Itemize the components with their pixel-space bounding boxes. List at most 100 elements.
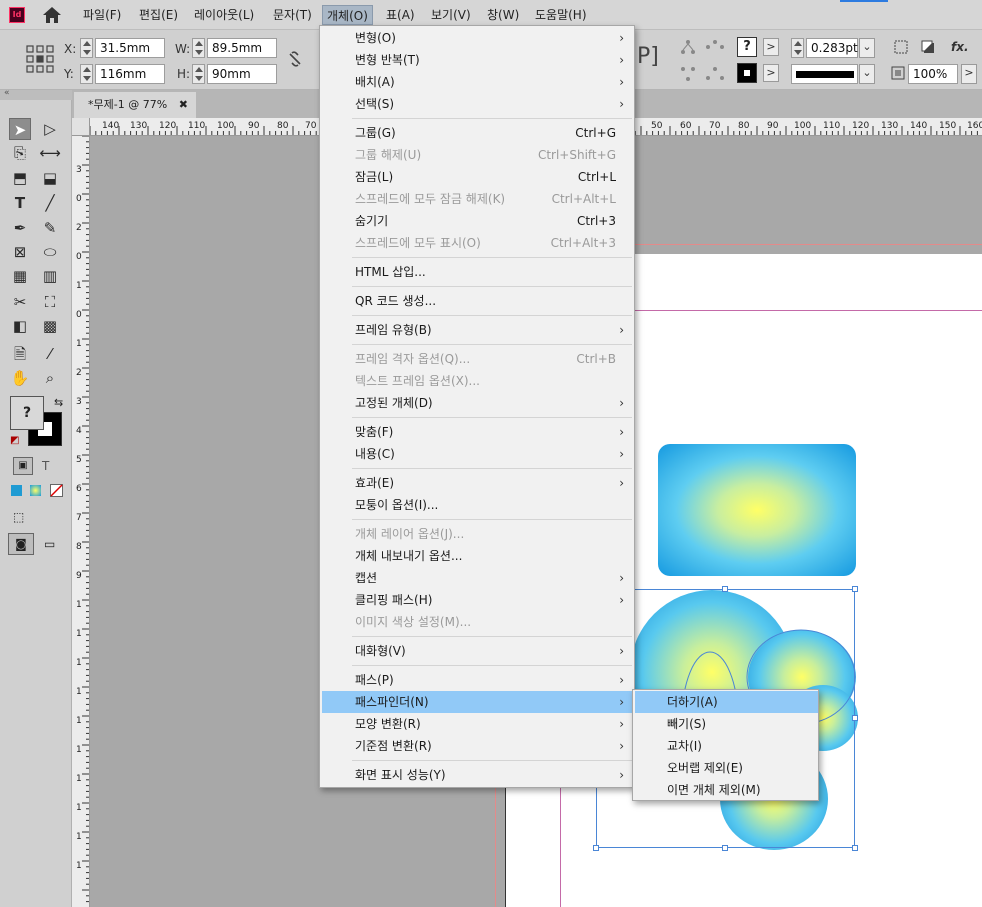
menu-item-hide[interactable]: 숨기기 Ctrl+3 [322, 210, 634, 232]
menu-file[interactable]: 파일(F) [83, 0, 121, 30]
preview-mode-icon[interactable]: ⬚ [13, 510, 24, 524]
default-colors-icon[interactable]: ◩ [10, 435, 19, 446]
direct-selection-tool-icon[interactable]: ▷ [39, 118, 61, 140]
swap-colors-icon[interactable]: ⇆ [54, 396, 63, 409]
submenu-item-exclude-overlap[interactable]: 오버랩 제외(E) [635, 757, 818, 779]
resize-handle[interactable] [852, 586, 858, 592]
page-tool-icon[interactable]: ⎘ [9, 142, 31, 164]
reference-point-icon[interactable] [26, 45, 54, 73]
distribute-icon[interactable] [705, 39, 725, 55]
formatting-container-icon[interactable]: ▣ [13, 457, 33, 475]
close-tab-icon[interactable]: ✖ [179, 92, 188, 118]
zoom-tool-icon[interactable]: ⌕ [39, 367, 61, 389]
submenu-item-subtract[interactable]: 빼기(S) [635, 713, 818, 735]
menu-item-pathfinder[interactable]: 패스파인더(N) › [322, 691, 634, 713]
distribute-2-icon[interactable] [705, 66, 725, 82]
menu-layout[interactable]: 레이아웃(L) [194, 0, 254, 30]
stroke-type-select[interactable] [791, 64, 858, 84]
line-tool-icon[interactable]: ╱ [39, 192, 61, 214]
hand-tool-icon[interactable]: ✋ [9, 367, 31, 389]
toolbar-header[interactable]: « [0, 88, 72, 100]
gradient-feather-tool-icon[interactable]: ▩ [39, 315, 61, 337]
align-tree-icon[interactable] [680, 39, 696, 55]
formatting-text-icon[interactable]: T [42, 459, 49, 473]
content-placer-icon[interactable]: ⬓ [39, 167, 61, 189]
submenu-item-add[interactable]: 더하기(A) [635, 691, 818, 713]
resize-handle[interactable] [852, 845, 858, 851]
menu-item-convert-shape[interactable]: 모양 변환(R) › [322, 713, 634, 735]
apply-none-icon[interactable] [50, 484, 63, 497]
menu-item-corner-options[interactable]: 모퉁이 옵션(I)... [322, 494, 634, 516]
menu-object[interactable]: 개체(O) [322, 5, 373, 25]
opacity-dropdown[interactable]: > [961, 64, 977, 84]
submenu-item-intersect[interactable]: 교차(I) [635, 735, 818, 757]
menu-edit[interactable]: 편집(E) [139, 0, 178, 30]
menu-item-effects[interactable]: 효과(E) › [322, 472, 634, 494]
h-field[interactable]: 90mm [207, 64, 277, 84]
scissors-tool-icon[interactable]: ✂ [9, 291, 31, 313]
x-field[interactable]: 31.5mm [95, 38, 165, 58]
x-stepper[interactable] [80, 38, 93, 58]
gap-tool-icon[interactable]: ⟷ [39, 142, 61, 164]
normal-view-icon[interactable]: ◙ [8, 533, 34, 555]
menu-item-insert-html[interactable]: HTML 삽입... [322, 261, 634, 283]
content-collector-icon[interactable]: ⬒ [9, 167, 31, 189]
effects-icon[interactable]: fx. [951, 40, 969, 54]
menu-item-display-performance[interactable]: 화면 표시 성능(Y) › [322, 764, 634, 786]
vertical-ruler[interactable]: 3 0 2 0 1 0 1 2 3 4 5 6 7 8 9 1 1 1 1 1 1 1 1 1 1 [72, 136, 90, 907]
w-field[interactable]: 89.5mm [207, 38, 277, 58]
fill-color-swatch[interactable]: ? [10, 396, 44, 430]
home-icon[interactable] [42, 6, 62, 24]
menu-item-fitting[interactable]: 맞춤(F) › [322, 421, 634, 443]
menu-item-paths[interactable]: 패스(P) › [322, 669, 634, 691]
document-tab[interactable]: *무제-1 @ 77% ✖ [74, 92, 196, 118]
h-stepper[interactable] [192, 64, 205, 84]
stroke-weight-stepper[interactable] [791, 38, 804, 58]
y-field[interactable]: 116mm [95, 64, 165, 84]
align-tree-2-icon[interactable] [680, 66, 696, 82]
gradient-swatch-tool-icon[interactable]: ◧ [9, 315, 31, 337]
menu-item-captions[interactable]: 캡션 › [322, 567, 634, 589]
menu-type[interactable]: 문자(T) [273, 0, 312, 30]
menu-item-content[interactable]: 내용(C) › [322, 443, 634, 465]
screen-mode-icon[interactable]: ▭ [44, 537, 55, 551]
menu-item-select[interactable]: 선택(S) › [322, 93, 634, 115]
menu-item-object-export-options[interactable]: 개체 내보내기 옵션... [322, 545, 634, 567]
resize-handle[interactable] [722, 586, 728, 592]
selection-tool-icon[interactable]: ➤ [9, 118, 31, 140]
constrain-link-icon[interactable] [286, 50, 304, 68]
menu-item-transform[interactable]: 변형(O) › [322, 27, 634, 49]
stroke-swatch-icon[interactable] [737, 63, 757, 83]
drop-shadow-icon[interactable] [920, 39, 936, 55]
stroke-menu-button[interactable]: > [763, 64, 779, 82]
ellipse-tool-icon[interactable]: ⬭ [39, 241, 61, 263]
frame-bracket-icon[interactable]: P] [637, 44, 659, 69]
apply-gradient-icon[interactable] [30, 485, 41, 496]
menu-item-arrange[interactable]: 배치(A) › [322, 71, 634, 93]
free-transform-tool-icon[interactable]: ⛶ [39, 291, 61, 313]
pencil-tool-icon[interactable]: ✎ [39, 217, 61, 239]
fill-swatch-icon[interactable]: ? [737, 37, 757, 57]
stroke-type-dropdown[interactable]: ⌄ [859, 64, 875, 84]
resize-handle[interactable] [722, 845, 728, 851]
menu-item-transform-again[interactable]: 변형 반복(T) › [322, 49, 634, 71]
y-stepper[interactable] [80, 64, 93, 84]
grid-tool-icon[interactable]: ▥ [39, 265, 61, 287]
eyedropper-tool-icon[interactable]: ⁄ [39, 343, 61, 365]
menu-item-group[interactable]: 그룹(G) Ctrl+G [322, 122, 634, 144]
resize-handle[interactable] [852, 715, 858, 721]
ruler-origin[interactable] [72, 118, 90, 136]
opacity-field[interactable]: 100% [908, 64, 958, 84]
collapse-icon[interactable]: « [4, 88, 10, 98]
menu-item-frame-type[interactable]: 프레임 유형(B) › [322, 319, 634, 341]
fill-menu-button[interactable]: > [763, 38, 779, 56]
menu-item-clipping-path[interactable]: 클리핑 패스(H) › [322, 589, 634, 611]
note-tool-icon[interactable]: 🗎 [9, 343, 31, 365]
menu-item-generate-qr[interactable]: QR 코드 생성... [322, 290, 634, 312]
stroke-weight-dropdown[interactable]: ⌄ [859, 38, 875, 58]
gradient-rectangle[interactable] [658, 444, 856, 576]
w-stepper[interactable] [192, 38, 205, 58]
pen-tool-icon[interactable]: ✒ [9, 217, 31, 239]
resize-handle[interactable] [593, 845, 599, 851]
menu-item-lock[interactable]: 잠금(L) Ctrl+L [322, 166, 634, 188]
